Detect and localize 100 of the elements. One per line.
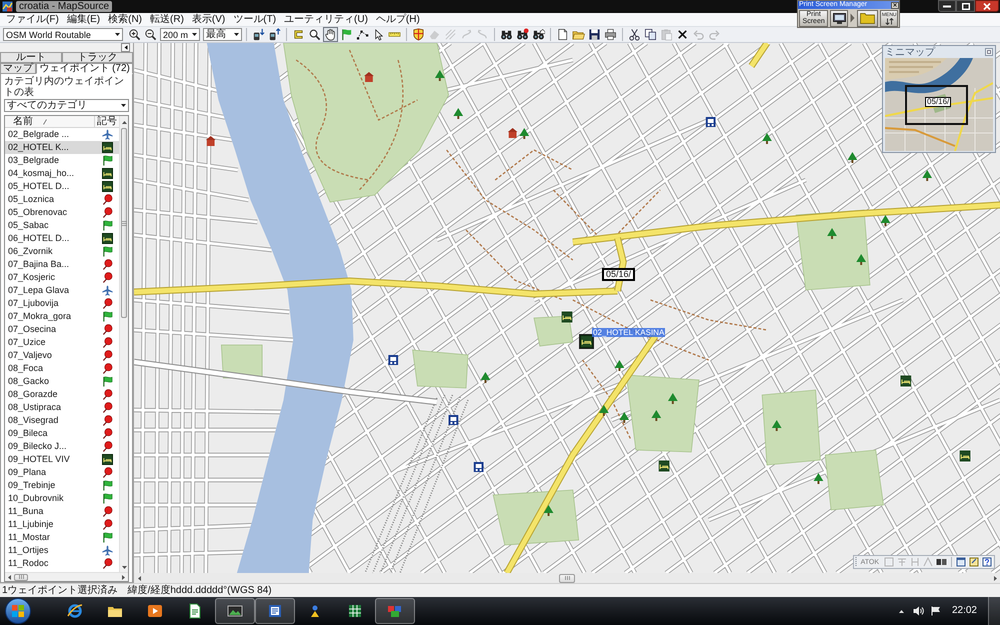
find-address-button[interactable] — [531, 27, 546, 42]
waypoint-name: 11_Mostar — [7, 532, 51, 543]
caret-left-icon — [8, 574, 11, 580]
minimap-close-button[interactable] — [985, 48, 993, 56]
print-button[interactable] — [603, 27, 618, 42]
airplane-icon — [102, 545, 112, 556]
save-button[interactable] — [587, 27, 602, 42]
find-place-button[interactable] — [515, 27, 530, 42]
tree-icon — [453, 108, 464, 119]
menu-item[interactable]: ユーティリティ(U) — [280, 14, 372, 26]
waypoint-name: 05_Loznica — [7, 194, 56, 205]
taskbar-app-button[interactable] — [215, 598, 255, 624]
pin-icon — [102, 337, 112, 348]
screen-capture-button[interactable] — [830, 10, 848, 26]
close-button[interactable] — [975, 0, 999, 12]
magnifier-icon — [308, 28, 321, 41]
tree-icon — [480, 372, 490, 383]
close-button[interactable] — [891, 2, 899, 8]
main-road — [748, 43, 770, 68]
flag-icon[interactable] — [930, 606, 941, 616]
collapse-button[interactable] — [121, 43, 130, 52]
input-mode-button[interactable] — [935, 556, 948, 568]
tree-icon — [434, 70, 445, 81]
flag-icon — [102, 246, 112, 257]
zoom-out-icon — [144, 28, 157, 41]
waypoint-name: 10_Dubrovnik — [7, 493, 65, 504]
waypoint-row[interactable]: 02_HOTEL K... — [5, 141, 119, 154]
menu-item[interactable]: 転送(R) — [146, 14, 188, 26]
menu-item[interactable]: ファイル(F) — [2, 14, 63, 26]
receive-from-device-button[interactable] — [251, 27, 266, 42]
gps-device-icon — [268, 28, 281, 41]
flag-icon — [102, 220, 112, 231]
map-product-dropdown[interactable]: OSM World Routable — [3, 28, 123, 41]
up-down-arrows-icon — [884, 18, 894, 24]
play-icon — [147, 603, 163, 619]
pan-tool-button[interactable] — [323, 27, 338, 42]
maximize-button[interactable] — [956, 0, 975, 12]
menu-item[interactable]: 編集(E) — [62, 14, 104, 26]
map-select-button[interactable] — [411, 27, 426, 42]
tree-icon — [848, 152, 858, 163]
language-bar-button[interactable] — [968, 556, 979, 568]
pin-icon — [102, 389, 112, 400]
pin-icon — [102, 324, 112, 335]
viewport-frame[interactable] — [905, 85, 968, 125]
monitor-icon — [832, 12, 846, 24]
maximize-icon — [962, 2, 970, 10]
zoom-tool-button[interactable] — [307, 27, 322, 42]
caret-left-icon — [124, 45, 128, 50]
send-to-device-button[interactable] — [267, 27, 282, 42]
bed-icon — [102, 142, 112, 153]
zoom-out-button[interactable] — [143, 27, 158, 42]
park — [534, 316, 574, 346]
menu-item[interactable]: 検索(N) — [104, 14, 146, 26]
scrollbar-thumb[interactable] — [14, 574, 28, 580]
tree-icon — [619, 412, 630, 423]
waypoint-name: 11_Ortijes — [7, 545, 50, 556]
tab[interactable]: ルート — [0, 52, 62, 63]
show-desktop-button[interactable] — [988, 597, 1000, 625]
waypoint-name: 06_Zvornik — [7, 246, 54, 257]
waypoint-name: 07_Ljubovija — [7, 298, 60, 309]
flag-icon — [102, 155, 112, 166]
waypoint-name: 08_Visegrad — [7, 415, 60, 426]
start-button[interactable] — [5, 598, 31, 624]
waypoint-label[interactable]: 02_HOTEL KASINA — [592, 328, 666, 337]
tab[interactable]: トラック — [62, 52, 133, 63]
tree-icon — [922, 170, 932, 181]
tab[interactable]: ウェイポイント (72) — [36, 63, 133, 74]
bed-icon[interactable] — [580, 335, 593, 348]
column-header[interactable]: 名前 — [5, 116, 95, 127]
save-folder-button[interactable] — [856, 10, 878, 26]
scale-dropdown[interactable]: 200 m — [160, 28, 200, 41]
minimize-button[interactable] — [938, 0, 956, 12]
waypoint-tool-button[interactable] — [339, 27, 354, 42]
bed-icon — [102, 168, 112, 179]
minimize-icon — [943, 4, 951, 8]
clock[interactable]: 22:02 — [952, 605, 977, 617]
menu-item[interactable]: ツール(T) — [229, 14, 280, 26]
scrollbar-thumb[interactable] — [559, 574, 575, 582]
waypoint-name: 02_HOTEL K... — [7, 142, 70, 153]
waypoint-name: 07_Mokra_gora — [7, 311, 72, 322]
category-dropdown[interactable]: すべてのカテゴリ — [4, 99, 129, 112]
language-bar-button[interactable] — [955, 556, 966, 568]
detail-dropdown[interactable]: 最高 — [203, 28, 242, 41]
house-icon — [364, 72, 374, 82]
tab[interactable]: マップ — [0, 63, 36, 74]
zoom-in-icon — [128, 28, 141, 41]
taskbar-app-button[interactable] — [255, 598, 295, 624]
grip-icon — [122, 220, 126, 226]
tree-icon — [599, 405, 609, 416]
zoom-in-button[interactable] — [127, 27, 142, 42]
tree-icon — [668, 393, 678, 404]
scrollbar-thumb[interactable] — [121, 128, 127, 318]
column-header[interactable]: 記号 — [95, 116, 119, 127]
speaker-icon[interactable] — [912, 606, 924, 616]
waypoint-name: 05_Sabac — [7, 220, 50, 231]
menu-item[interactable]: ヘルプ(H) — [372, 14, 424, 26]
cut-button[interactable] — [627, 27, 642, 42]
language-bar-button[interactable] — [981, 556, 992, 568]
copy-button[interactable] — [643, 27, 658, 42]
menu-item[interactable]: 表示(V) — [188, 14, 230, 26]
